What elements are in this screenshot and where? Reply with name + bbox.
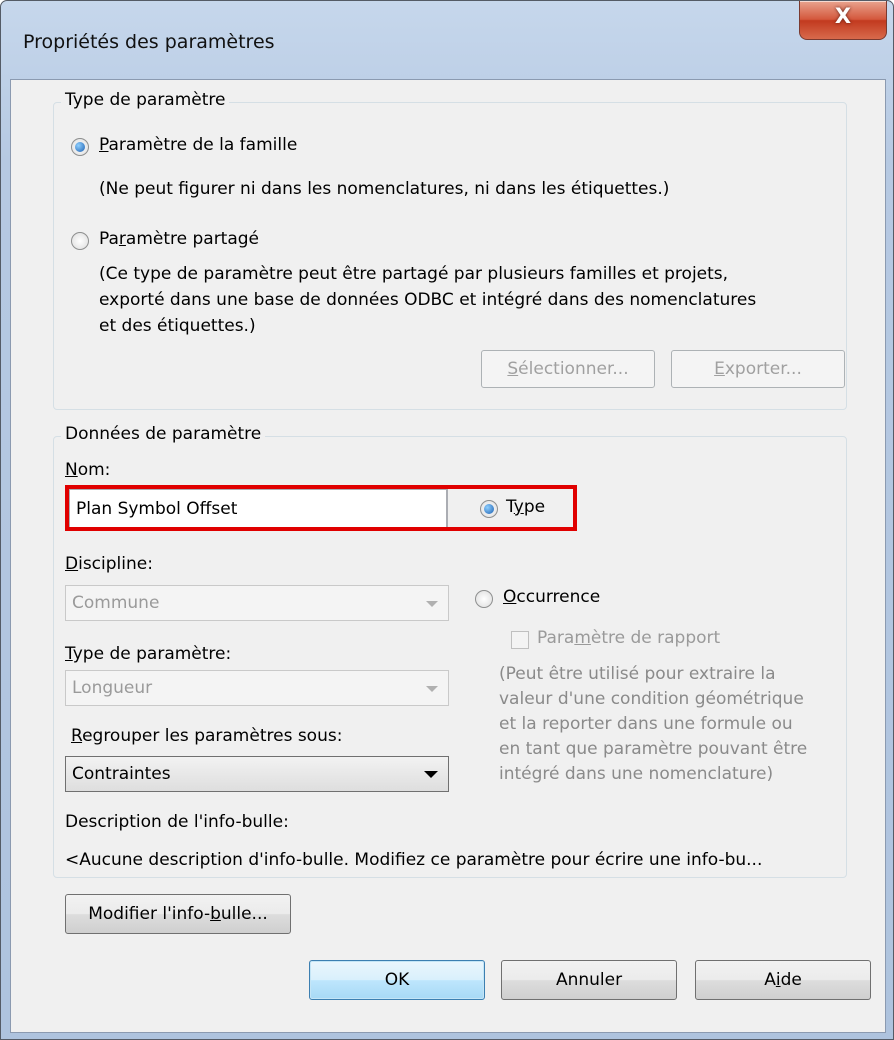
occurrence-radio[interactable] [475,590,493,608]
select-button-label: électionner... [518,359,629,379]
parameter-data-legend: Données de paramètre [61,424,266,444]
shared-parameter-label-text: amètre partagé [125,229,260,249]
edit-tooltip-label-text: ulle... [220,904,268,924]
dialog-title: Propriétés des paramètres [23,31,275,53]
export-button-label: xporter... [724,359,802,379]
report-parameter-checkbox[interactable] [511,631,529,649]
occurrence-accesskey: O [503,587,517,607]
report-parameter-label[interactable]: Paramètre de rapport [537,628,720,648]
discipline-label: Discipline: [65,554,153,574]
occurrence-label[interactable]: Occurrence [503,587,600,607]
title-bar[interactable]: Propriétés des paramètres X [1,1,893,79]
export-button-accesskey: E [714,359,725,379]
family-parameter-note: (Ne peut figurer ni dans les nomenclatur… [99,179,670,199]
report-note-line-1: (Peut être utilisé pour extraire la [499,664,776,684]
discipline-combobox[interactable]: Commune [65,585,449,621]
dialog-client-area: Type de paramètre Paramètre de la famill… [10,79,886,1033]
edit-tooltip-accesskey: b [210,904,221,924]
family-parameter-accesskey: P [99,135,109,155]
shared-parameter-label[interactable]: Paramètre partagé [99,229,259,249]
tooltip-description-text: <Aucune description d'info-bulle. Modifi… [65,850,763,870]
family-parameter-label-text: aramètre de la famille [108,135,298,155]
report-note-line-4: en tant que paramètre pouvant être [499,739,808,759]
occurrence-label-text: ccurrence [516,587,601,607]
report-parameter-label-pre: Para [537,628,575,648]
report-note-line-2: valeur d'une condition géométrique [499,689,804,709]
report-note-line-5: intégré dans une nomenclature) [499,764,774,784]
family-parameter-radio[interactable] [71,138,89,156]
shared-parameter-note-line-2: exporté dans une base de données ODBC et… [99,290,757,310]
discipline-label-text: iscipline: [78,554,153,574]
shared-parameter-label-pre: Pa [99,229,119,249]
chevron-down-icon [426,686,438,692]
parameter-type-label: Type de paramètre: [65,644,231,664]
group-under-accesskey: R [71,726,83,746]
close-icon: X [834,4,852,28]
shared-parameter-note-line-1: (Ce type de paramètre peut être partagé … [99,264,729,284]
dialog-window: Propriétés des paramètres X Type de para… [0,0,894,1040]
report-note-line-3: et la reporter dans une formule ou [499,714,793,734]
group-under-label-text: egrouper les paramètres sous: [82,726,343,746]
help-label-pre: A [764,970,776,990]
report-parameter-label-text: ètre de rapport [590,628,721,648]
chevron-down-icon [426,601,438,607]
edit-tooltip-button[interactable]: Modifier l'info-bulle... [65,894,291,934]
help-button[interactable]: Aide [695,960,871,1000]
report-parameter-accesskey: m [574,628,591,648]
group-under-value: Contraintes [72,764,171,784]
family-parameter-label[interactable]: Paramètre de la famille [99,135,297,155]
group-under-combobox[interactable]: Contraintes [65,756,449,792]
parameter-type-combobox[interactable]: Longueur [65,670,449,706]
discipline-value: Commune [72,593,160,613]
discipline-label-accesskey: D [65,554,79,574]
highlight-box [65,485,577,531]
shared-parameter-note-line-3: et des étiquettes.) [99,316,256,336]
help-label-text: de [780,970,802,990]
ok-button[interactable]: OK [309,960,485,1000]
group-under-label: Regrouper les paramètres sous: [71,726,342,746]
parameter-type-label-text: ype de paramètre: [72,644,232,664]
select-button-accesskey: S [507,359,519,379]
export-button[interactable]: Exporter... [671,350,845,388]
name-label-text: om: [77,460,111,480]
chevron-down-icon [424,771,438,778]
shared-parameter-radio[interactable] [71,232,89,250]
parameter-type-accesskey: T [65,644,73,664]
tooltip-description-label: Description de l'info-bulle: [65,812,289,832]
parameter-type-value: Longueur [72,678,153,698]
close-button[interactable]: X [799,1,887,40]
parameter-type-legend: Type de paramètre [61,90,230,110]
shared-parameter-accesskey: r [118,229,126,249]
cancel-button[interactable]: Annuler [501,960,677,1000]
select-button[interactable]: Sélectionner... [481,350,655,388]
edit-tooltip-label-pre: Modifier l'info- [88,904,211,924]
name-label: Nom: [65,460,110,480]
name-label-accesskey: N [65,460,78,480]
